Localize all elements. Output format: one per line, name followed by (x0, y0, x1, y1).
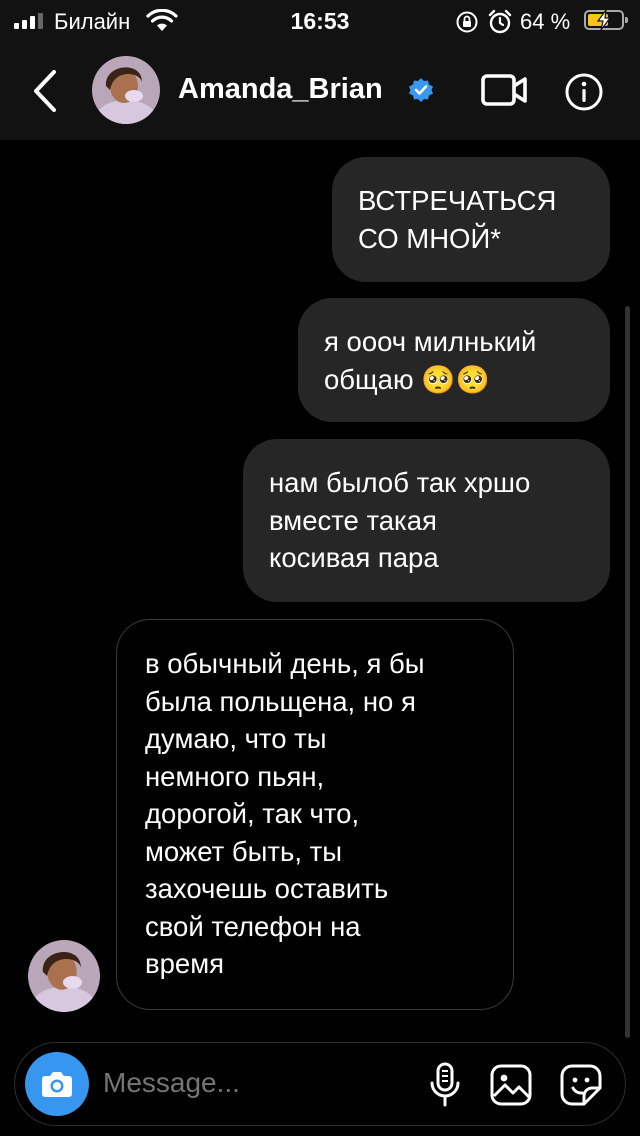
sender-avatar[interactable] (28, 940, 100, 1012)
profile-avatar[interactable] (92, 56, 160, 124)
chat-header: Amanda_Brian (0, 42, 640, 140)
sticker-button[interactable] (559, 1063, 603, 1107)
chat-username[interactable]: Amanda_Brian (178, 73, 383, 106)
avatar-image (92, 56, 160, 124)
microphone-button[interactable] (427, 1061, 463, 1109)
incoming-message[interactable]: в обычный день, я бы была польщена, но я… (116, 619, 514, 1010)
gallery-button[interactable] (489, 1063, 533, 1107)
status-bar: Билайн 16:53 64 % (0, 0, 640, 42)
camera-icon (42, 1072, 72, 1097)
outgoing-message[interactable]: ВСТРЕЧАТЬСЯ СО МНОЙ* (332, 157, 610, 282)
charging-bolt-icon (596, 9, 612, 31)
scrollbar[interactable] (625, 306, 630, 1038)
battery-percentage: 64 % (520, 9, 571, 34)
outgoing-message[interactable]: нам былоб так хршо вместе такая косивая … (243, 439, 610, 602)
outgoing-message[interactable]: я оооч милнький общаю 🥺🥺 (298, 298, 610, 422)
verified-badge-icon (409, 78, 433, 102)
message-input[interactable] (103, 1067, 403, 1099)
alarm-icon (488, 9, 512, 34)
back-button[interactable] (28, 68, 64, 114)
video-call-button[interactable] (480, 72, 528, 108)
avatar-image (28, 940, 100, 1012)
info-button[interactable] (564, 72, 604, 112)
camera-button[interactable] (25, 1052, 89, 1116)
rotation-lock-icon (456, 11, 478, 33)
message-composer (14, 1042, 626, 1126)
battery-icon (584, 9, 628, 31)
